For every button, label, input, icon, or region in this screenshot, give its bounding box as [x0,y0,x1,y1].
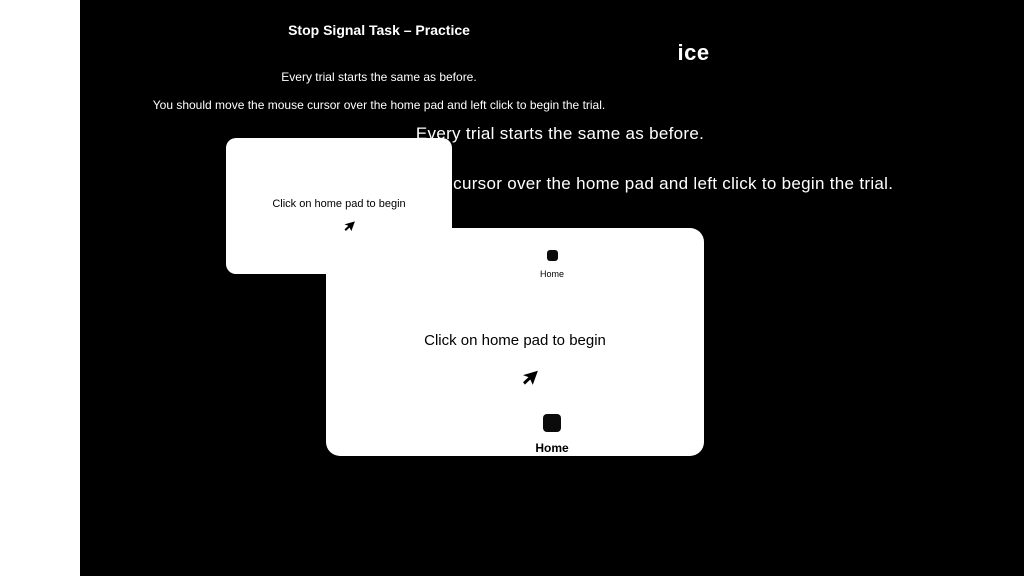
arena-prompt: Click on home pad to begin [326,332,704,349]
instruction-slide-fg: Stop Signal Task – Practice Every trial … [80,0,678,112]
arena-prompt: Click on home pad to begin [226,198,452,210]
home-pad-group: Home [80,414,1024,455]
home-pad[interactable] [543,414,561,432]
slide-title: Stop Signal Task – Practice [80,22,678,38]
home-pad-label: Home [80,269,1024,279]
slide-line-2: You should move the mouse cursor over th… [80,98,678,112]
experiment-stage: Stop Signal Task – Practice Every trial … [80,0,1024,576]
home-pad-group: Home [80,248,1024,279]
home-pad[interactable] [547,250,558,261]
home-pad-label: Home [80,441,1024,455]
slide-line-1: Every trial starts the same as before. [80,70,678,84]
